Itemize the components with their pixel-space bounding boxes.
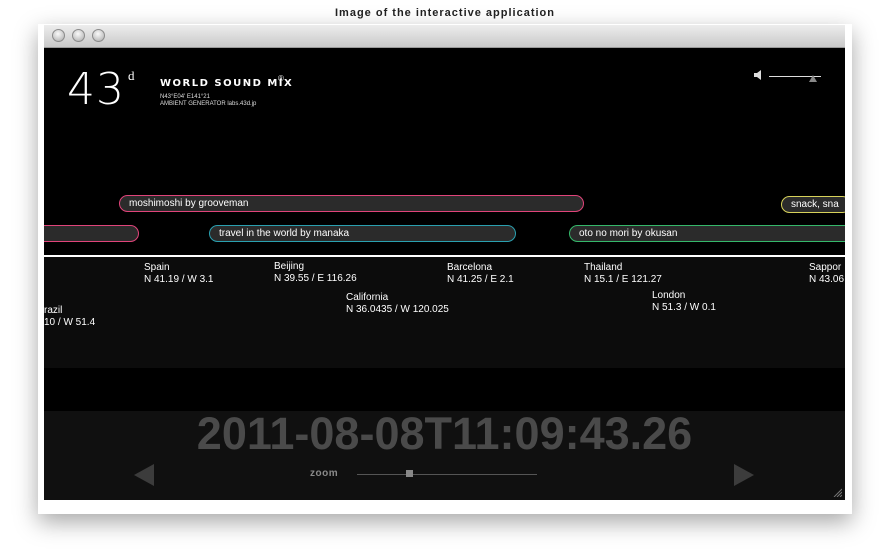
city-name: California [346, 292, 389, 303]
city-name: Barcelona [447, 262, 493, 273]
city-coords: N 43.06 [809, 274, 845, 285]
city-label[interactable]: razil 10 / W 51.4 [44, 305, 95, 329]
city-name: Sappor [809, 262, 842, 273]
track-pill[interactable] [44, 225, 139, 242]
city-name: Thailand [584, 262, 623, 273]
volume-slider-knob[interactable] [809, 75, 817, 82]
minimize-window-button[interactable] [72, 29, 85, 42]
track-pill[interactable]: travel in the world by manaka [209, 225, 516, 242]
zoom-window-button[interactable] [92, 29, 105, 42]
zoom-label: zoom [310, 468, 339, 479]
city-name: Beijing [274, 261, 305, 272]
zoom-slider-track[interactable] [357, 474, 537, 475]
track-pill[interactable]: snack, sna [781, 196, 845, 213]
city-label[interactable]: Barcelona N 41.25 / E 2.1 [447, 262, 514, 286]
logo-superscript: d [128, 68, 135, 83]
registered-mark: ® [278, 74, 284, 83]
previous-arrow-icon[interactable] [134, 464, 154, 486]
close-window-button[interactable] [52, 29, 65, 42]
city-label[interactable]: Beijing N 39.55 / E 116.26 [274, 261, 357, 285]
app-title: WORLD SOUND MIX [160, 78, 294, 89]
city-label[interactable]: California N 36.0435 / W 120.025 [346, 292, 449, 316]
logo-43d: 43 [67, 64, 125, 115]
city-label[interactable]: Thailand N 15.1 / E 121.27 [584, 262, 662, 286]
city-coords: 10 / W 51.4 [44, 317, 96, 328]
zoom-slider-knob[interactable] [406, 470, 413, 477]
city-label[interactable]: Spain N 41.19 / W 3.1 [144, 262, 213, 286]
city-label[interactable]: London N 51.3 / W 0.1 [652, 290, 716, 314]
track-pill[interactable]: oto no mori by okusan [569, 225, 845, 242]
city-coords: N 41.25 / E 2.1 [447, 274, 514, 285]
app-window: 43 d WORLD SOUND MIX ® N43°E04' E141°21 … [44, 25, 845, 500]
city-name: London [652, 290, 686, 301]
city-coords: N 51.3 / W 0.1 [652, 302, 716, 313]
city-name: Spain [144, 262, 170, 273]
city-coords: N 15.1 / E 121.27 [584, 274, 662, 285]
city-coords: N 36.0435 / W 120.025 [346, 304, 449, 315]
resize-grip-icon[interactable] [832, 487, 842, 497]
city-coords: N 39.55 / E 116.26 [274, 273, 357, 284]
header-coordinates: N43°E04' E141°21 [160, 94, 210, 100]
timestamp-display: 2011-08-08T11:09:43.26 [196, 408, 693, 459]
next-arrow-icon[interactable] [734, 464, 754, 486]
city-coords: N 41.19 / W 3.1 [144, 274, 214, 285]
timeline-divider [44, 255, 845, 257]
city-name: razil [44, 305, 63, 316]
app-content: 43 d WORLD SOUND MIX ® N43°E04' E141°21 … [44, 48, 845, 500]
image-caption: Image of the interactive application [335, 7, 555, 19]
track-pill[interactable]: moshimoshi by grooveman [119, 195, 584, 212]
header-subtitle: AMBIENT GENERATOR labs.43d.jp [160, 101, 257, 107]
speaker-icon[interactable] [753, 68, 767, 82]
window-titlebar[interactable] [44, 25, 845, 48]
city-label[interactable]: Sappor N 43.06 [809, 262, 844, 286]
